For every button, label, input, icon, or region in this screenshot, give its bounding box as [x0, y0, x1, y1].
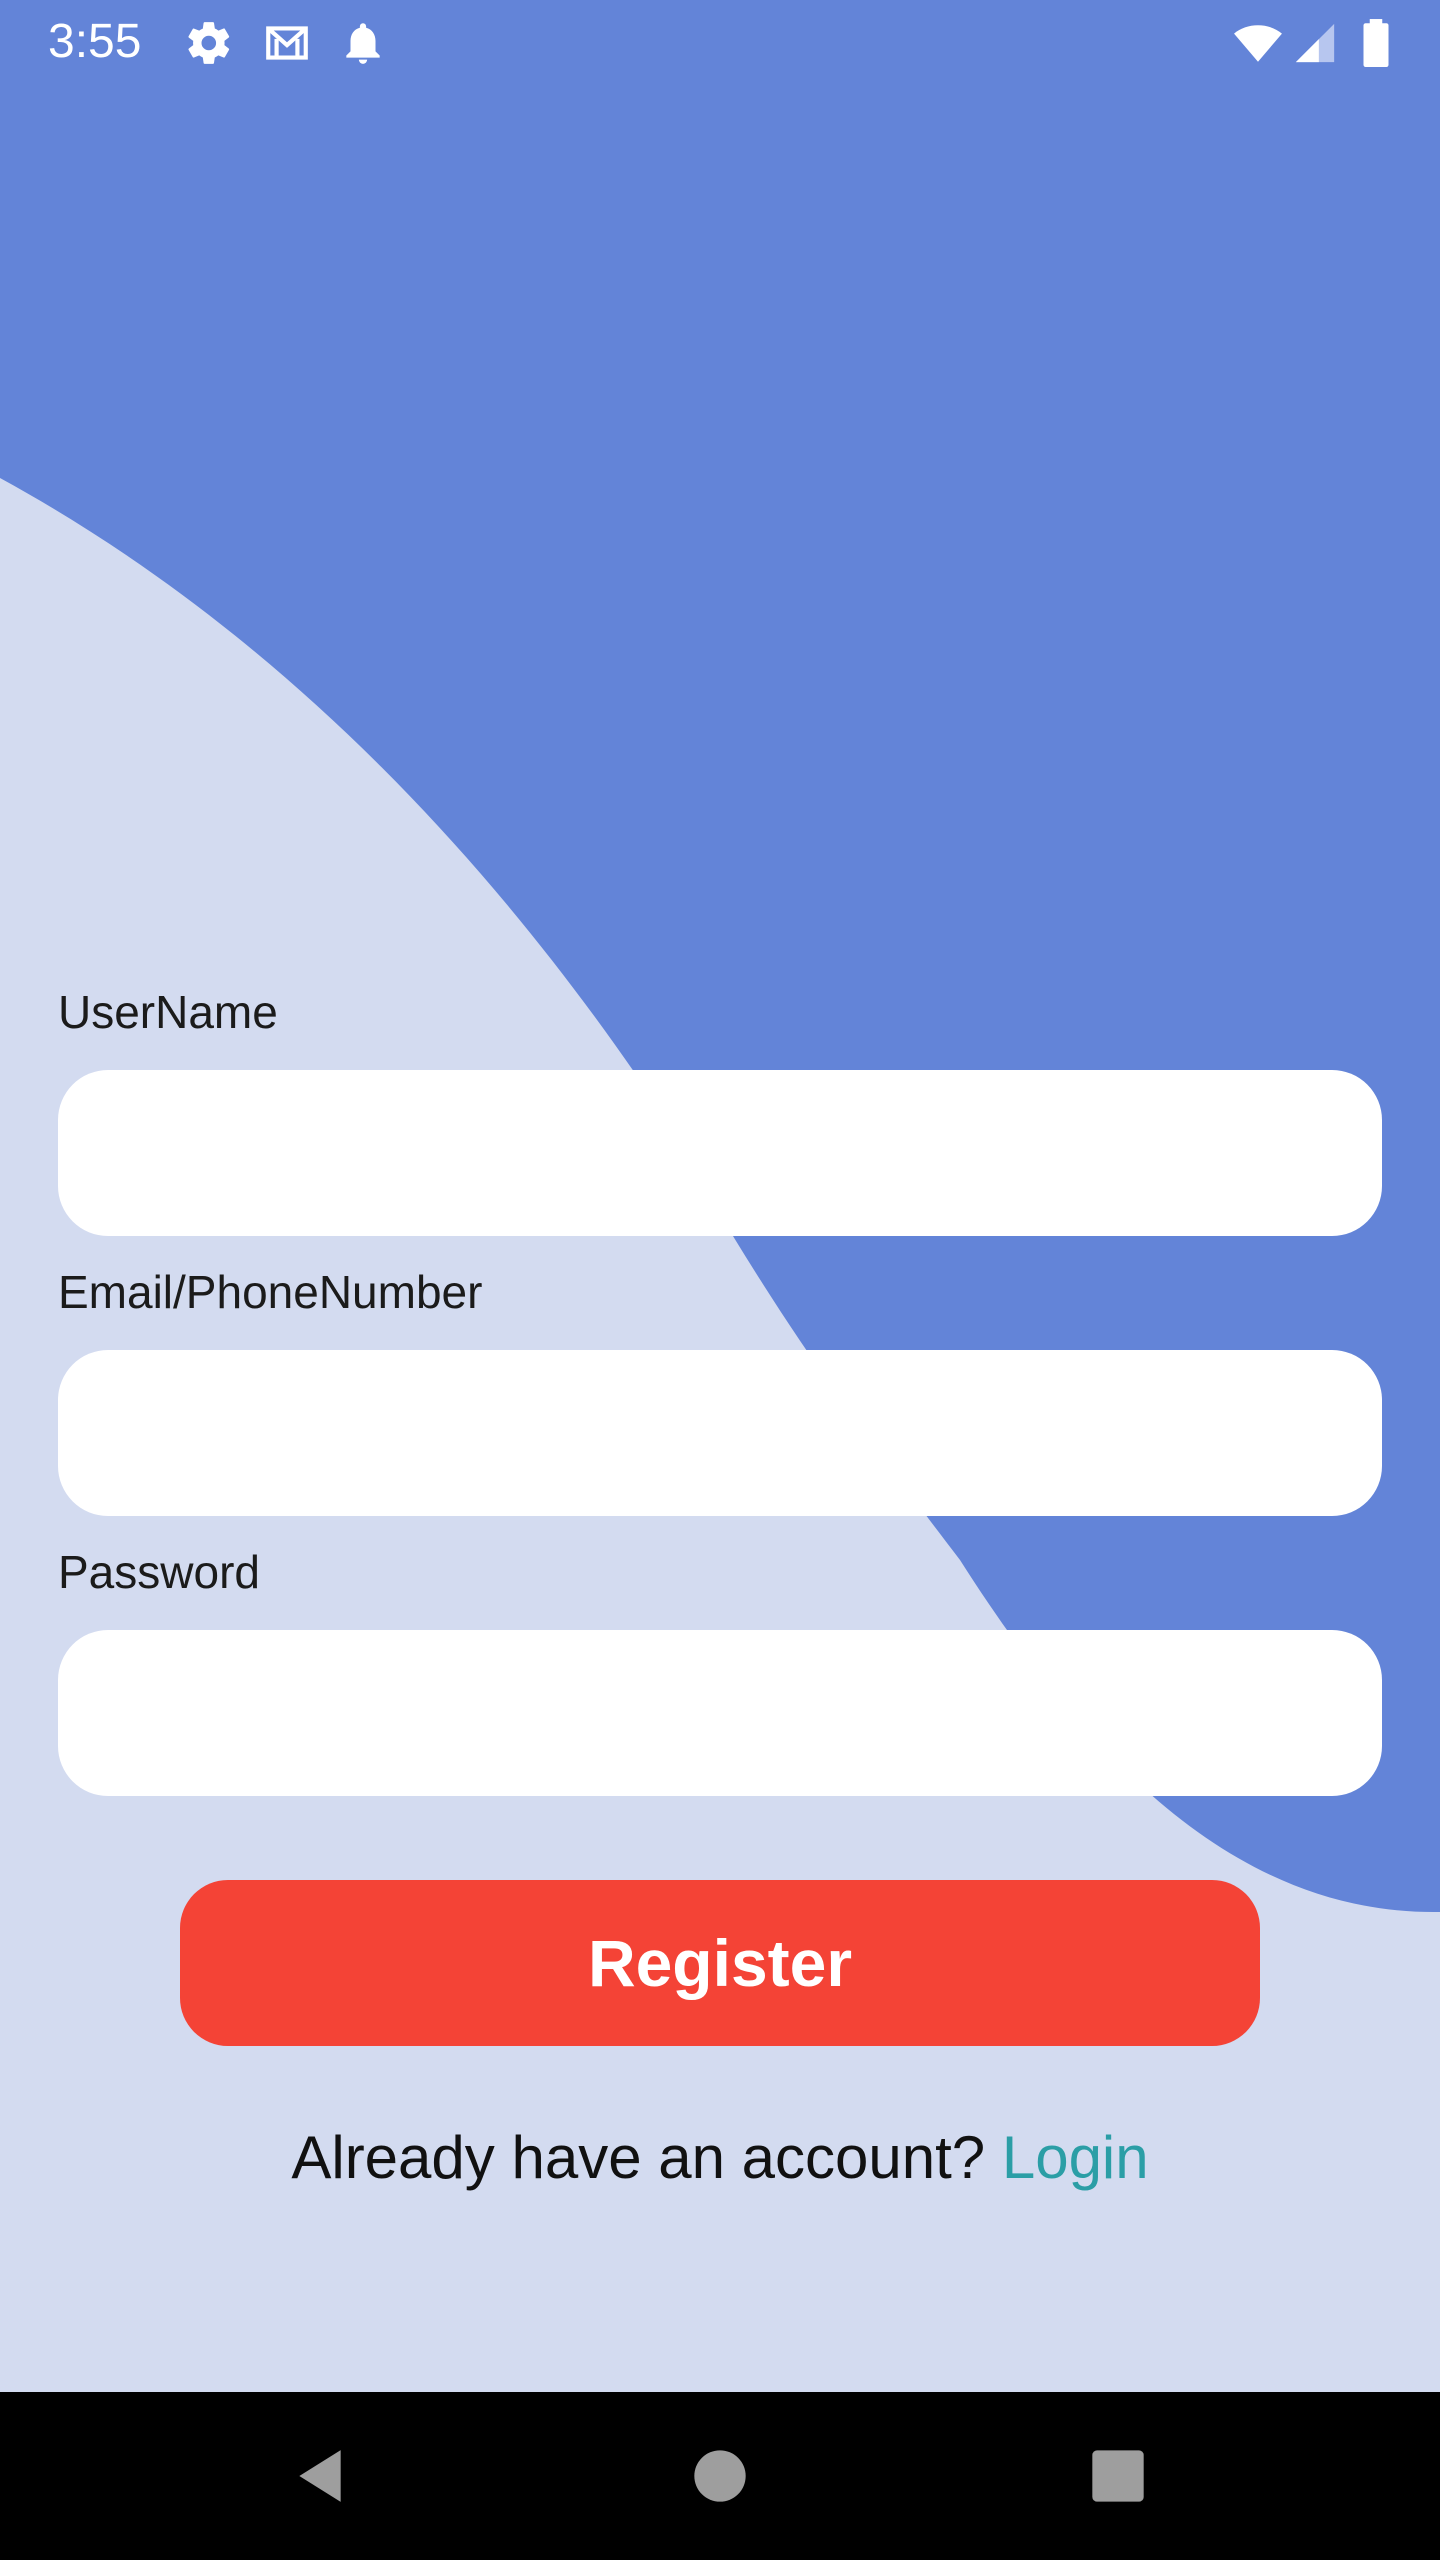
email-phone-input[interactable]	[58, 1350, 1382, 1516]
already-have-account-text: Already have an account?	[291, 2124, 1002, 2191]
status-bar: 3:55	[0, 0, 1440, 84]
settings-icon	[184, 18, 234, 68]
login-prompt: Already have an account? Login	[0, 2118, 1440, 2198]
battery-icon	[1354, 18, 1398, 68]
username-label: UserName	[58, 986, 278, 1038]
gmail-icon	[258, 18, 316, 68]
back-icon[interactable]	[270, 2426, 370, 2526]
email-phone-label: Email/PhoneNumber	[58, 1266, 483, 1318]
wifi-icon	[1228, 18, 1288, 68]
username-input[interactable]	[58, 1070, 1382, 1236]
cell-signal-icon	[1292, 18, 1338, 68]
register-screen: 3:55 UserName Email/PhoneNumber Password…	[0, 0, 1440, 2392]
register-button[interactable]: Register	[180, 1880, 1260, 2046]
recents-icon[interactable]	[1068, 2426, 1168, 2526]
home-icon[interactable]	[670, 2426, 770, 2526]
password-input[interactable]	[58, 1630, 1382, 1796]
login-link[interactable]: Login	[1002, 2124, 1149, 2191]
status-time: 3:55	[48, 15, 142, 68]
notification-bell-icon	[338, 18, 388, 68]
password-label: Password	[58, 1546, 260, 1598]
navigation-bar	[0, 2392, 1440, 2560]
